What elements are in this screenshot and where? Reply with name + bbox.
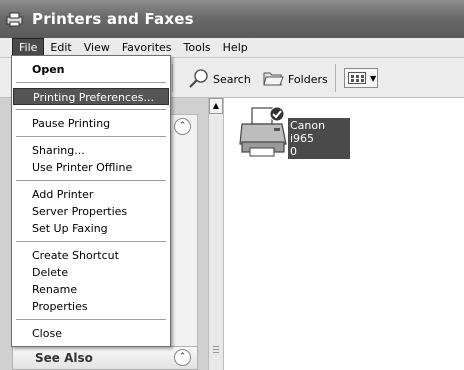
- menu-server-properties[interactable]: Server Properties: [13, 203, 169, 220]
- menu-separator: [16, 241, 166, 242]
- window-title: Printers and Faxes: [32, 10, 194, 28]
- menu-set-up-faxing[interactable]: Set Up Faxing: [13, 220, 169, 237]
- menu-help[interactable]: Help: [217, 39, 254, 56]
- menu-favorites[interactable]: Favorites: [116, 39, 178, 56]
- menu-printing-preferences[interactable]: Printing Preferences...: [13, 88, 169, 105]
- folder-icon: [262, 68, 284, 91]
- printer-name-line2: 0: [290, 145, 297, 158]
- menu-edit[interactable]: Edit: [44, 39, 77, 56]
- menu-open[interactable]: Open: [13, 61, 169, 78]
- menu-close[interactable]: Close: [13, 325, 169, 342]
- menu-separator: [16, 136, 166, 137]
- views-button[interactable]: ▼: [344, 68, 378, 88]
- task-pane-scrollbar[interactable]: ▲: [208, 98, 224, 370]
- printers-list: Canon i965 0: [224, 98, 464, 370]
- search-button[interactable]: Search: [188, 68, 251, 91]
- file-menu-dropdown: Open Printing Preferences... Pause Print…: [11, 55, 171, 347]
- toolbar-separator: [172, 64, 173, 92]
- views-icon: [348, 72, 366, 84]
- menu-use-printer-offline[interactable]: Use Printer Offline: [13, 159, 169, 176]
- printer-item[interactable]: Canon i965 0: [232, 104, 352, 164]
- printer-name-line1: Canon i965: [290, 119, 326, 145]
- folders-button[interactable]: Folders: [262, 68, 328, 91]
- printers-folder-icon: [6, 11, 24, 27]
- menu-view[interactable]: View: [78, 39, 116, 56]
- see-also-header[interactable]: See Also: [12, 346, 198, 370]
- printer-name: Canon i965 0: [288, 118, 350, 159]
- scroll-grip[interactable]: [213, 346, 219, 358]
- toolbar-separator: [335, 64, 336, 92]
- menu-rename[interactable]: Rename: [13, 281, 169, 298]
- menu-separator: [16, 180, 166, 181]
- menu-separator: [16, 109, 166, 110]
- menu-pause-printing[interactable]: Pause Printing: [13, 115, 169, 132]
- search-icon: [188, 68, 210, 91]
- search-label: Search: [213, 73, 251, 86]
- menu-tools[interactable]: Tools: [178, 39, 217, 56]
- collapse-chevron-icon[interactable]: ⌃: [174, 118, 191, 135]
- scroll-up-arrow-icon[interactable]: ▲: [209, 98, 223, 114]
- title-bar: Printers and Faxes: [0, 0, 464, 38]
- menu-separator: [16, 319, 166, 320]
- menu-create-shortcut[interactable]: Create Shortcut: [13, 247, 169, 264]
- default-printer-check-icon: [269, 106, 285, 125]
- see-also-collapse-icon[interactable]: ⌃: [174, 349, 191, 366]
- menu-properties[interactable]: Properties: [13, 298, 169, 315]
- dropdown-arrow-icon: ▼: [370, 73, 377, 83]
- menu-sharing[interactable]: Sharing...: [13, 142, 169, 159]
- menu-delete[interactable]: Delete: [13, 264, 169, 281]
- see-also-label: See Also: [35, 351, 93, 365]
- folders-label: Folders: [288, 73, 328, 86]
- menu-add-printer[interactable]: Add Printer: [13, 186, 169, 203]
- menu-separator: [16, 82, 166, 83]
